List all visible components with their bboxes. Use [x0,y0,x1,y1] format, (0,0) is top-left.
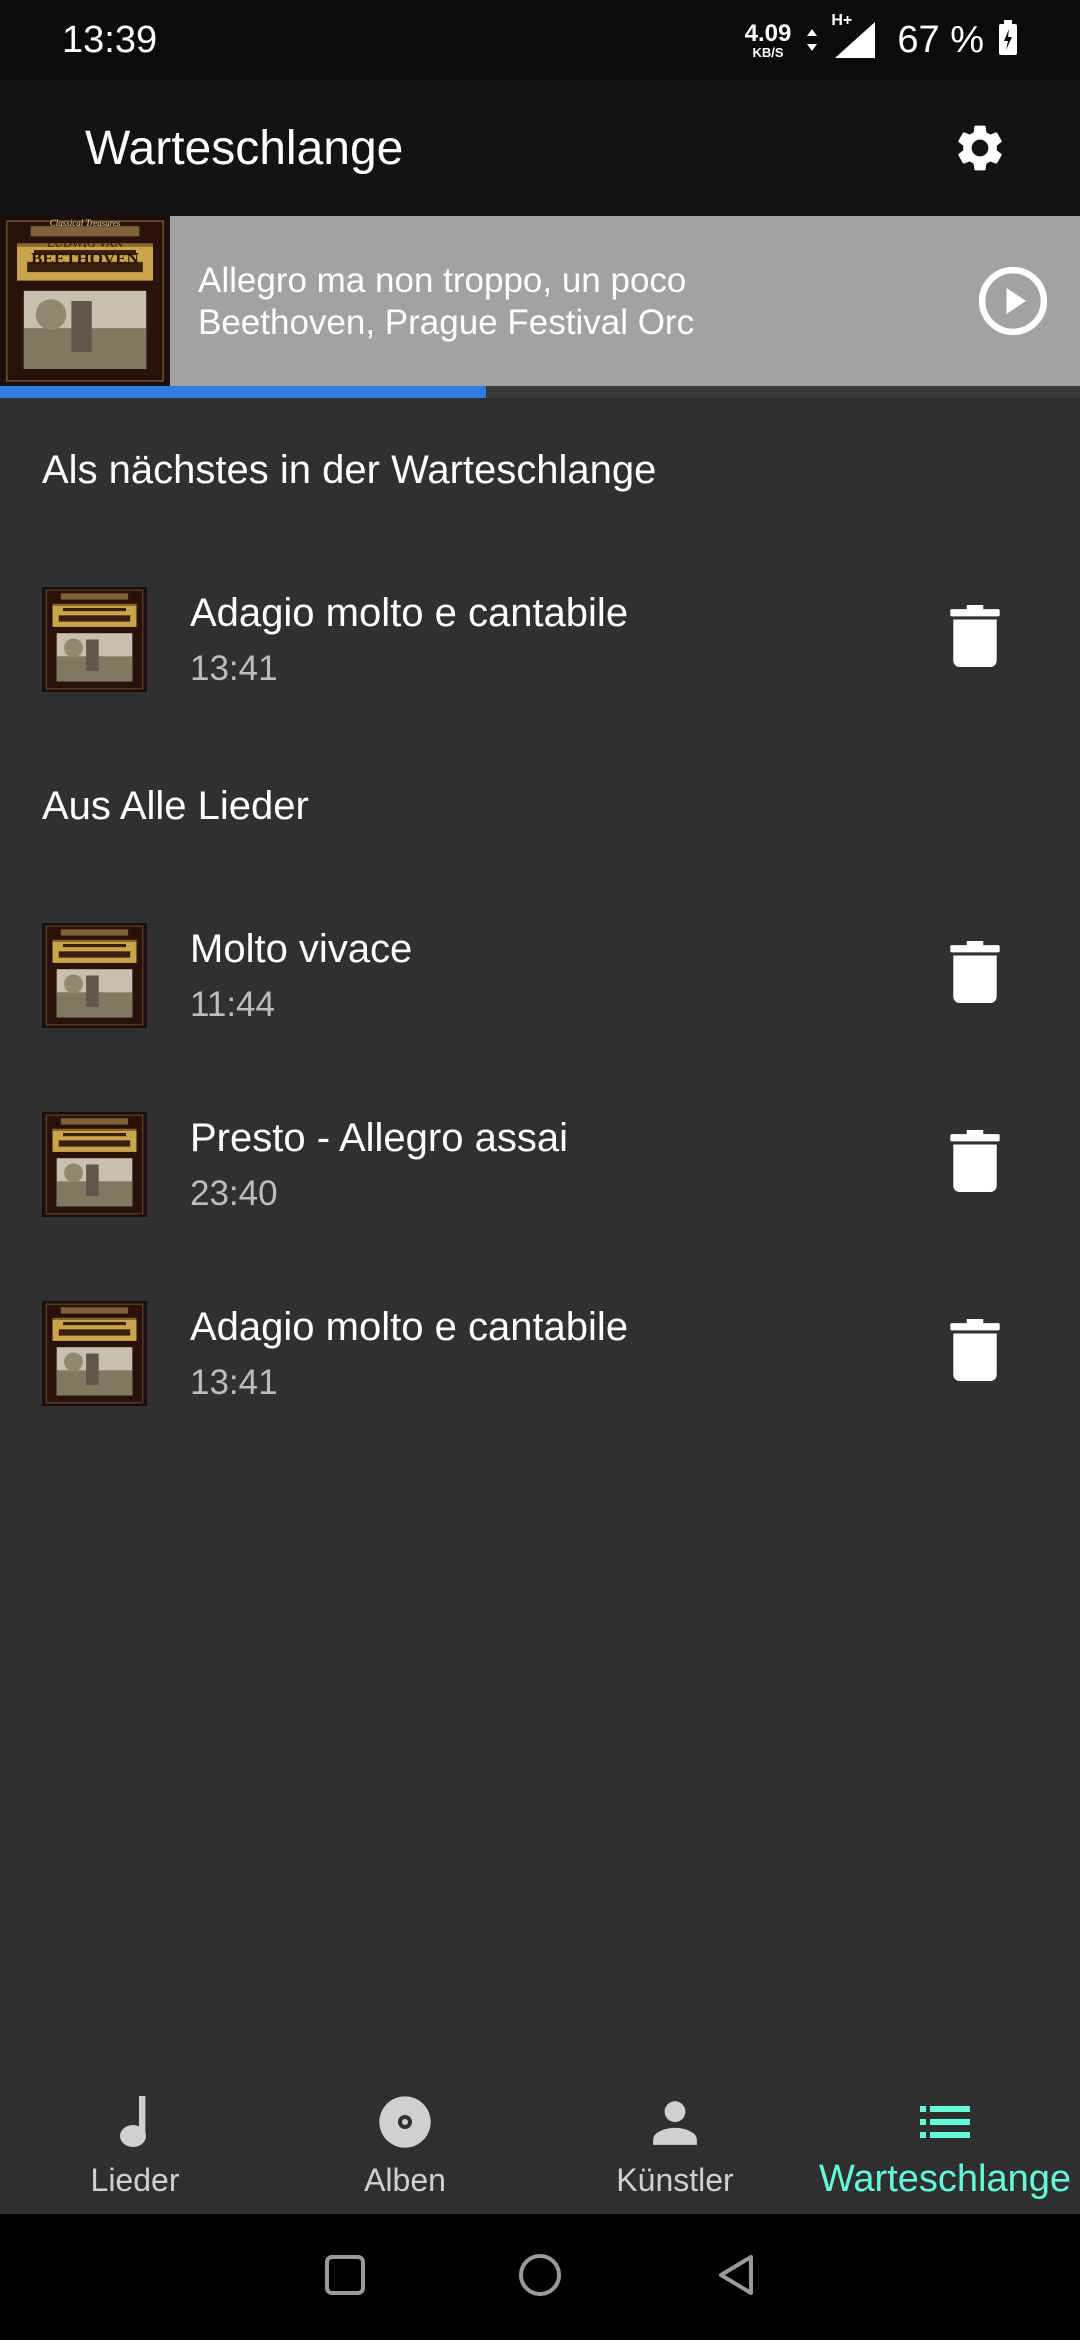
album-cover [42,1112,147,1217]
playback-progress-fill [0,386,486,398]
list-item[interactable]: Adagio molto e cantabile 13:41 [0,565,1080,695]
music-note-icon [105,2092,165,2152]
play-circle-icon [978,266,1048,336]
trash-icon[interactable] [950,941,1000,1003]
bottom-navigation: Lieder Alben Künstler Warteschlange [0,2062,1080,2214]
track-duration: 11:44 [190,985,275,1024]
nav-label: Alben [364,2162,446,2198]
now-playing-artist: Beethoven, Prague Festival Orc [198,303,695,342]
nav-label: Warteschlange [818,2158,1072,2200]
track-duration: 13:41 [190,649,278,688]
album-cover [42,923,147,1028]
track-duration: 23:40 [190,1174,278,1213]
queue-list-icon [915,2092,975,2152]
nav-label: Künstler [616,2162,734,2198]
list-item[interactable]: Adagio molto e cantabile 13:41 [0,1279,1080,1409]
back-button[interactable] [713,2252,757,2303]
now-playing-bar[interactable]: Classical Treasures LUDWIG VAN BEETHOVEN… [0,216,1080,386]
network-speed-value: 4.09 [744,19,792,47]
page-title: Warteschlange [85,121,404,175]
list-item[interactable]: Molto vivace 11:44 [0,901,1080,1031]
data-arrows-icon [805,27,819,53]
album-cover [42,587,147,692]
back-triangle-icon [719,2254,753,2295]
album-icon [375,2092,435,2152]
section-header-all-songs: Aus Alle Lieder [42,784,309,828]
nav-item-songs[interactable]: Lieder [0,2062,270,2214]
network-speed-unit: KB/S [752,44,784,60]
status-indicators: 4.09 KB/S H+ 67 % [744,12,1018,62]
track-title: Presto - Allegro assai [190,1116,568,1160]
settings-button[interactable] [940,108,1020,188]
status-time: 13:39 [62,18,158,61]
nav-label: Lieder [90,2162,180,2198]
nav-item-albums[interactable]: Alben [270,2062,540,2214]
status-bar: 13:39 4.09 KB/S H+ 67 % [0,0,1080,80]
network-speed: 4.09 KB/S [744,19,792,60]
play-button[interactable] [974,262,1052,340]
home-button[interactable] [517,2252,563,2303]
signal-icon: H+ [831,12,877,60]
app-bar: Warteschlange [0,80,1080,216]
now-playing-title: Allegro ma non troppo, un poco [198,261,687,300]
now-playing-info: Allegro ma non troppo, un poco Beethoven… [198,260,694,344]
recent-apps-button[interactable] [323,2253,367,2302]
network-type: H+ [831,12,853,29]
track-duration: 13:41 [190,1363,278,1402]
cover-composer-last: BEETHOVEN [31,249,139,268]
person-icon [645,2092,705,2152]
system-navigation-bar [0,2214,1080,2340]
trash-icon[interactable] [950,1130,1000,1192]
album-cover [42,1301,147,1406]
circle-icon [519,2253,561,2296]
track-title: Adagio molto e cantabile [190,1305,629,1349]
trash-icon[interactable] [950,1319,1000,1381]
section-header-up-next: Als nächstes in der Warteschlange [42,448,657,492]
trash-icon[interactable] [950,605,1000,667]
now-playing-cover: Classical Treasures LUDWIG VAN BEETHOVEN [0,216,170,386]
battery-percent: 67 % [897,18,984,61]
square-icon [325,2254,365,2295]
playback-progress[interactable] [0,386,1080,398]
track-title: Adagio molto e cantabile [190,591,629,635]
nav-item-queue[interactable]: Warteschlange [810,2062,1080,2214]
list-item[interactable]: Presto - Allegro assai 23:40 [0,1090,1080,1220]
gear-icon [958,125,1002,171]
battery-icon [998,19,1018,61]
nav-item-artists[interactable]: Künstler [540,2062,810,2214]
cover-series-text: Classical Treasures [49,218,121,228]
track-title: Molto vivace [190,927,413,971]
